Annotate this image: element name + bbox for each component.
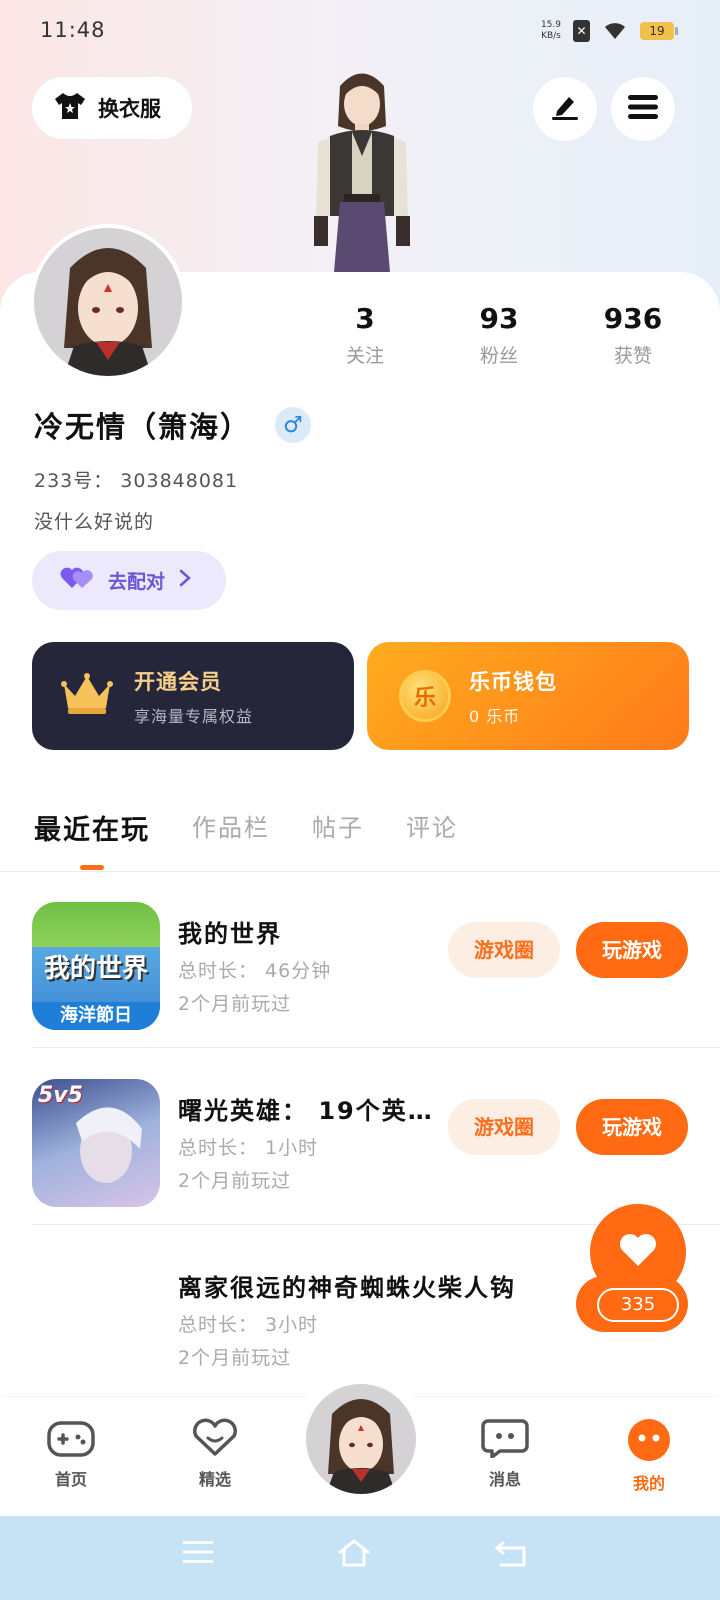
game-title: 离家很远的神奇蜘蛛火柴人钩 xyxy=(178,1274,516,1302)
nav-home[interactable]: 首页 xyxy=(26,1418,116,1490)
game-title: 我的世界 xyxy=(178,920,282,948)
go-pair-label: 去配对 xyxy=(108,571,166,593)
wallet-balance: 0 乐币 xyxy=(469,707,521,726)
heart-icon xyxy=(618,1232,658,1272)
user-bio: 没什么好说的 xyxy=(34,511,155,533)
stat-likes[interactable]: 936 获赞 xyxy=(568,302,698,368)
chat-bubble-icon xyxy=(480,1419,530,1462)
vip-subtitle: 享海量专属权益 xyxy=(134,707,254,726)
avatar-character-figure[interactable] xyxy=(300,66,425,276)
username: 冷无情（箫海） xyxy=(34,410,252,444)
tab-works[interactable]: 作品栏 xyxy=(192,808,270,847)
menu-icon xyxy=(627,94,659,124)
minecraft-game-icon: 我的世界 海洋節日 xyxy=(32,902,160,1030)
game-duration: 总时长： 46分钟 xyxy=(178,960,332,982)
edit-profile-button[interactable] xyxy=(533,77,597,141)
gamepad-icon xyxy=(46,1421,96,1462)
change-outfit-label: 换衣服 xyxy=(98,97,161,121)
vip-title: 开通会员 xyxy=(134,670,222,694)
tab-recently-played[interactable]: 最近在玩 xyxy=(34,808,150,847)
profile-stats: 3 关注 93 粉丝 936 获赞 xyxy=(300,302,700,372)
play-game-button[interactable]: 玩游戏 xyxy=(576,1099,688,1155)
chevron-right-icon xyxy=(179,569,191,592)
sim-card-icon: ✕ xyxy=(573,20,590,42)
stat-following[interactable]: 3 关注 xyxy=(300,302,430,368)
menu-button[interactable] xyxy=(611,77,675,141)
tab-posts[interactable]: 帖子 xyxy=(312,808,364,847)
like-count: 335 xyxy=(597,1288,679,1322)
wallet-title: 乐币钱包 xyxy=(469,670,557,694)
nav-featured[interactable]: 精选 xyxy=(170,1418,260,1490)
home-icon[interactable] xyxy=(336,1538,372,1572)
name-row: 冷无情（箫海） ♂ xyxy=(34,404,312,446)
male-gender-icon: ♂ xyxy=(275,407,312,443)
game-last-played: 2个月前玩过 xyxy=(178,1170,292,1192)
game-circle-button[interactable]: 游戏圈 xyxy=(448,1099,560,1155)
stat-followers[interactable]: 93 粉丝 xyxy=(434,302,564,368)
play-game-button[interactable]: 玩游戏 xyxy=(576,922,688,978)
vip-membership-card[interactable]: 开通会员 享海量专属权益 xyxy=(32,642,354,750)
game-last-played: 2个月前玩过 xyxy=(178,993,292,1015)
go-pair-button[interactable]: 去配对 xyxy=(32,551,226,610)
active-tab-indicator xyxy=(80,865,104,870)
pen-icon xyxy=(549,93,581,125)
game-duration: 总时长： 3小时 xyxy=(178,1314,319,1336)
shirt-icon xyxy=(52,91,88,126)
list-item[interactable]: 我的世界 海洋節日 我的世界 总时长： 46分钟 2个月前玩过 游戏圈 玩游戏 xyxy=(0,872,720,1048)
change-outfit-button[interactable]: 换衣服 xyxy=(32,77,192,139)
game-last-played: 2个月前玩过 xyxy=(178,1347,292,1369)
coin-icon: 乐 xyxy=(399,670,451,722)
recent-apps-icon[interactable] xyxy=(182,1538,214,1570)
dawn-heroes-game-icon: 5v5 xyxy=(32,1079,160,1207)
avatar[interactable] xyxy=(30,224,186,380)
coin-wallet-card[interactable]: 乐 乐币钱包 0 乐币 xyxy=(367,642,689,750)
row-divider xyxy=(32,1047,720,1048)
list-item[interactable]: 5v5 曙光英雄： 19个英… 总时长： 1小时 2个月前玩过 游戏圈 玩游戏 xyxy=(0,1049,720,1225)
tab-comments[interactable]: 评论 xyxy=(406,808,458,847)
user-id: 233号： 303848081 xyxy=(34,470,239,492)
nav-avatar[interactable] xyxy=(306,1384,416,1494)
heart-outline-icon xyxy=(190,1418,240,1462)
crown-icon xyxy=(60,672,114,720)
battery-icon: 19 xyxy=(640,22,678,40)
back-icon[interactable] xyxy=(494,1538,528,1572)
double-heart-icon xyxy=(60,566,94,595)
status-icons: 15.9 KB/s ✕ 19 xyxy=(540,20,678,42)
game-title: 曙光英雄： 19个英… xyxy=(178,1097,434,1125)
status-bar: 11:48 15.9 KB/s ✕ 19 xyxy=(0,0,720,64)
wifi-icon xyxy=(602,21,628,41)
game-circle-button[interactable]: 游戏圈 xyxy=(448,922,560,978)
system-navigation-bar xyxy=(0,1516,720,1600)
network-speed: 15.9 KB/s xyxy=(540,20,561,41)
game-duration: 总时长： 1小时 xyxy=(178,1137,319,1159)
profile-tabs: 最近在玩 作品栏 帖子 评论 xyxy=(34,808,458,847)
nav-messages[interactable]: 消息 xyxy=(460,1418,550,1490)
like-button[interactable] xyxy=(590,1204,686,1300)
status-time: 11:48 xyxy=(40,18,106,42)
nav-mine[interactable]: 我的 xyxy=(604,1418,694,1494)
profile-face-icon xyxy=(626,1419,672,1466)
